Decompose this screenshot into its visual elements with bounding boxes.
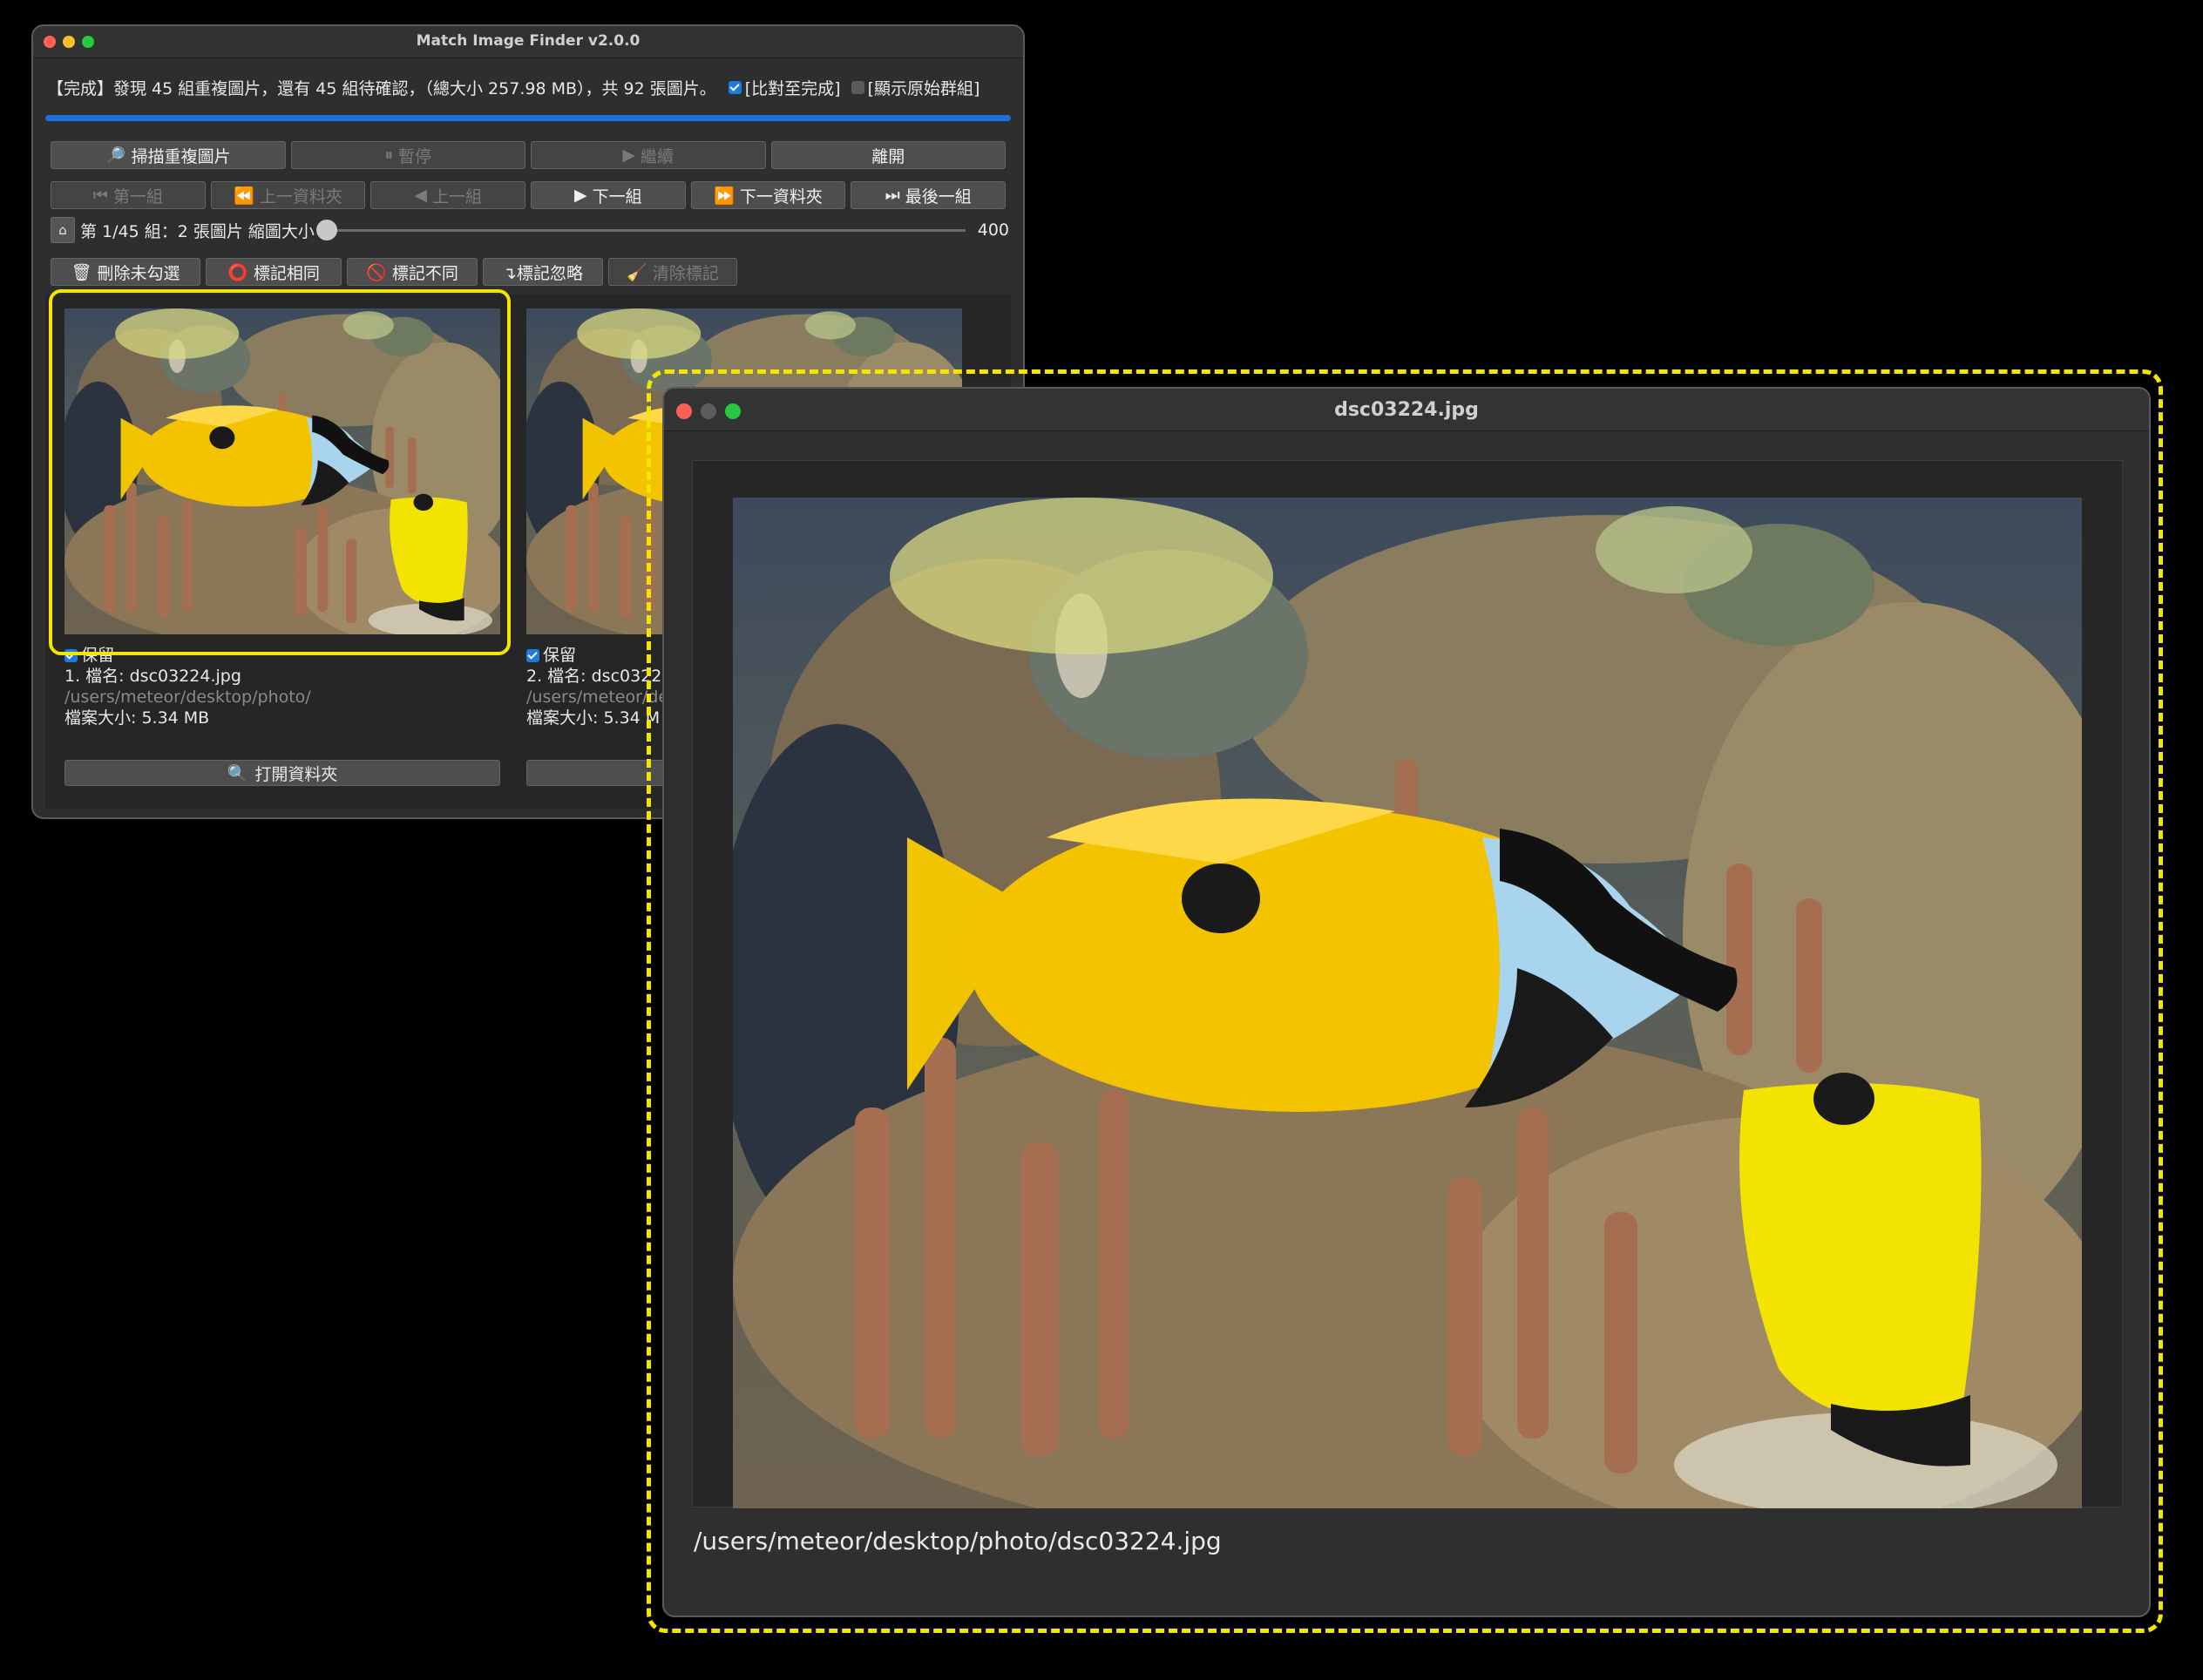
keep-checkbox-2[interactable] — [526, 649, 539, 662]
nav-toolbar: ⏮ 第一組 ⏪ 上一資料夾 ◀ 上一組 ▶ 下一組 ⏩ 下一資料夾 ⏭ 最後一組 — [51, 181, 1007, 209]
preview-window-highlight — [647, 369, 2163, 1633]
thumb-size-slider[interactable] — [315, 219, 966, 240]
thumb-size-value: 400 — [977, 220, 1009, 240]
continue-button[interactable]: ▶ 繼續 — [531, 141, 766, 169]
compare-done-label[interactable]: [比對至完成] — [745, 76, 841, 99]
trash-icon: 🗑 — [71, 262, 92, 282]
triangle-left-icon: ◀ — [414, 186, 427, 205]
open-folder-button-1[interactable]: 🔍 打開資料夾 — [64, 760, 500, 786]
next-folder-button[interactable]: ⏩ 下一資料夾 — [690, 181, 846, 209]
circle-icon: ⭕ — [227, 262, 248, 282]
last-group-button[interactable]: ⏭ 最後一組 — [851, 181, 1007, 209]
triangle-right-icon: ▶ — [574, 186, 587, 205]
skip-last-icon: ⏭ — [885, 186, 900, 205]
group-info-row: ⌂ 第 1/45 組：2 張圖片 縮圖大小 400 — [51, 216, 1009, 244]
delete-unchecked-button[interactable]: 🗑 刪除未勾選 — [51, 258, 200, 286]
pause-button[interactable]: ⏸ 暫停 — [290, 141, 525, 169]
leave-button[interactable]: 離開 — [770, 141, 1006, 169]
show-original-label[interactable]: [顯示原始群組] — [868, 76, 980, 99]
progress-bar — [45, 115, 1011, 121]
main-titlebar[interactable]: Match Image Finder v2.0.0 — [33, 26, 1023, 58]
mark-different-button[interactable]: 🚫 標記不同 — [347, 258, 478, 286]
play-icon: ▶ — [622, 146, 636, 165]
status-row: 【完成】發現 45 組重複圖片，還有 45 組待確認，（總大小 257.98 M… — [47, 71, 1009, 103]
mark-same-button[interactable]: ⭕ 標記相同 — [206, 258, 342, 286]
clear-marks-button[interactable]: 🧹 清除標記 — [608, 258, 737, 286]
folder-path-1: /users/meteor/desktop/photo/ — [64, 688, 311, 707]
first-group-button[interactable]: ⏮ 第一組 — [51, 181, 206, 209]
selected-card-highlight — [49, 289, 511, 655]
prohibited-icon: 🚫 — [366, 262, 387, 282]
prev-group-button[interactable]: ◀ 上一組 — [370, 181, 526, 209]
scan-button[interactable]: 🔎 掃描重複圖片 — [51, 141, 286, 169]
group-info-label: 第 1/45 組：2 張圖片 縮圖大小 — [80, 221, 315, 241]
status-text: 【完成】發現 45 組重複圖片，還有 45 組待確認，（總大小 257.98 M… — [47, 78, 716, 98]
home-icon: ⌂ — [58, 222, 67, 238]
scan-toolbar: 🔎 掃描重複圖片 ⏸ 暫停 ▶ 繼續 離開 — [51, 141, 1006, 169]
broom-icon: 🧹 — [627, 262, 647, 282]
rewind-icon: ⏪ — [234, 186, 254, 206]
search-icon: 🔍 — [227, 763, 248, 783]
window-title: Match Image Finder v2.0.0 — [416, 32, 641, 50]
fast-forward-icon: ⏩ — [714, 186, 735, 206]
compare-done-checkbox[interactable] — [728, 80, 742, 94]
skip-first-icon: ⏮ — [92, 186, 108, 205]
slider-knob[interactable] — [315, 219, 337, 240]
image-meta-1: 保留 1. 檔名: dsc03224.jpg /users/meteor/des… — [64, 646, 311, 728]
show-original-checkbox[interactable] — [851, 80, 864, 94]
prev-folder-button[interactable]: ⏪ 上一資料夾 — [210, 181, 366, 209]
home-button[interactable]: ⌂ — [51, 217, 75, 243]
filename-1: 1. 檔名: dsc03224.jpg — [64, 667, 241, 686]
mark-ignore-button[interactable]: ↴標記忽略 — [483, 258, 603, 286]
magnifier-icon: 🔎 — [105, 146, 126, 166]
next-group-button[interactable]: ▶ 下一組 — [531, 181, 686, 209]
pause-icon: ⏸ — [384, 146, 393, 165]
file-size-1: 檔案大小: 5.34 MB — [64, 708, 210, 728]
mark-toolbar: 🗑 刪除未勾選 ⭕ 標記相同 🚫 標記不同 ↴標記忽略 🧹 清除標記 — [51, 258, 1006, 286]
